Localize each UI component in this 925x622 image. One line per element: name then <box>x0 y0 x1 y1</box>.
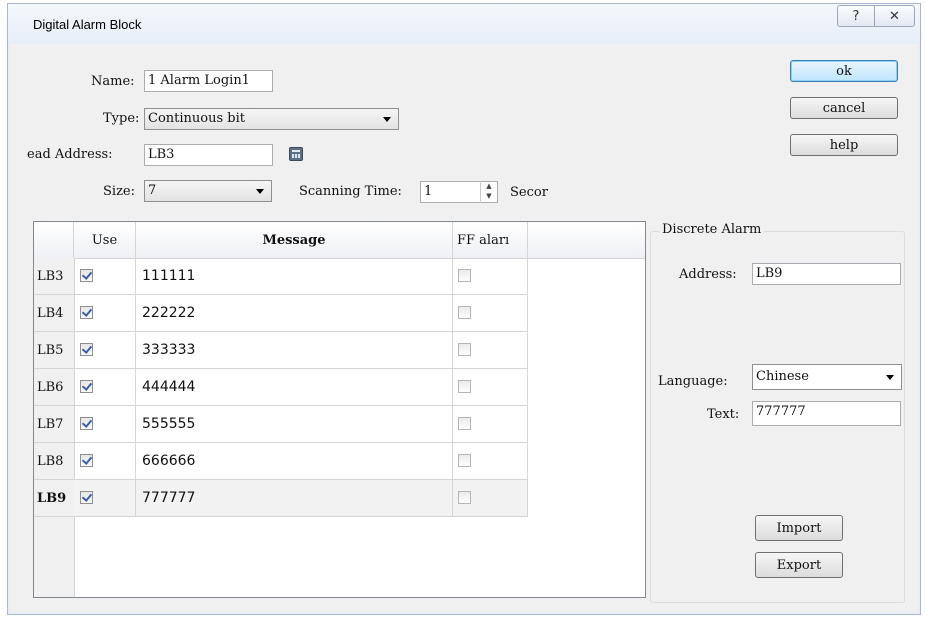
name-input[interactable]: 1 Alarm Login1 <box>144 70 273 92</box>
row-label: LB9 <box>34 480 74 517</box>
type-label: Type: <box>103 111 140 126</box>
row-label: LB6 <box>34 369 74 406</box>
help-button[interactable]: help <box>790 134 898 156</box>
ff-cell <box>453 295 528 332</box>
message-cell[interactable]: 777777 <box>136 480 453 517</box>
size-select[interactable]: 7 <box>144 180 272 202</box>
read-address-label: ead Address: <box>27 147 113 162</box>
row-label: LB3 <box>34 258 74 295</box>
use-cell <box>74 258 136 295</box>
use-cell <box>74 295 136 332</box>
ff-cell <box>453 369 528 406</box>
discrete-address-input[interactable]: LB9 <box>752 263 901 285</box>
use-checkbox[interactable] <box>80 269 93 282</box>
chevron-down-icon <box>256 189 264 194</box>
row-label: LB8 <box>34 443 74 480</box>
language-label: Language: <box>658 374 728 389</box>
use-cell <box>74 480 136 517</box>
name-label: Name: <box>91 74 135 89</box>
ff-cell <box>453 406 528 443</box>
scanning-time-value: 1 <box>424 184 433 199</box>
use-cell <box>74 369 136 406</box>
message-cell[interactable]: 555555 <box>136 406 453 443</box>
ff-checkbox[interactable] <box>458 269 471 282</box>
header-corner <box>34 222 74 258</box>
header-use[interactable]: Use <box>74 222 136 258</box>
message-cell[interactable]: 666666 <box>136 443 453 480</box>
spin-down-icon[interactable]: ▼ <box>481 191 497 201</box>
chevron-down-icon <box>383 117 391 122</box>
ff-cell <box>453 443 528 480</box>
use-cell <box>74 406 136 443</box>
discrete-address-label: Address: <box>679 267 737 282</box>
ff-checkbox[interactable] <box>458 343 471 356</box>
discrete-text-input[interactable]: 777777 <box>752 401 901 426</box>
use-checkbox[interactable] <box>80 454 93 467</box>
use-checkbox[interactable] <box>80 380 93 393</box>
ff-cell <box>453 258 528 295</box>
ff-cell <box>453 332 528 369</box>
message-cell[interactable]: 444444 <box>136 369 453 406</box>
help-icon[interactable]: ? <box>837 5 875 27</box>
size-select-value: 7 <box>148 183 157 198</box>
row-label: LB7 <box>34 406 74 443</box>
dialog-title: Digital Alarm Block <box>33 17 142 32</box>
table-row[interactable]: LB6 444444 <box>34 369 528 406</box>
scanning-time-spinner[interactable]: ▲ ▼ <box>480 181 497 203</box>
use-checkbox[interactable] <box>80 417 93 430</box>
table-row[interactable]: LB7 555555 <box>34 406 528 443</box>
import-button[interactable]: Import <box>755 515 843 541</box>
ff-checkbox[interactable] <box>458 306 471 319</box>
discrete-alarm-title: Discrete Alarm <box>659 222 765 237</box>
use-cell <box>74 332 136 369</box>
dialog-client: Name: 1 Alarm Login1 Type: Continuous bi… <box>10 44 918 612</box>
row-label: LB4 <box>34 295 74 332</box>
ff-checkbox[interactable] <box>458 417 471 430</box>
type-select-value: Continuous bit <box>148 111 245 126</box>
text-label: Text: <box>707 407 740 422</box>
ff-checkbox[interactable] <box>458 454 471 467</box>
close-icon[interactable]: ✕ <box>875 5 915 27</box>
use-checkbox[interactable] <box>80 306 93 319</box>
ok-button[interactable]: ok <box>790 60 898 82</box>
use-checkbox[interactable] <box>80 343 93 356</box>
header-ff-alarm[interactable]: FF aları <box>453 222 528 258</box>
table-row-selected[interactable]: LB9 777777 <box>34 480 528 517</box>
scanning-unit-label: Secor <box>510 185 548 200</box>
ff-checkbox[interactable] <box>458 491 471 504</box>
size-label: Size: <box>103 184 135 199</box>
table-row[interactable]: LB3 111111 <box>34 258 528 295</box>
use-cell <box>74 443 136 480</box>
chevron-down-icon <box>886 375 894 380</box>
header-message[interactable]: Message <box>136 222 453 258</box>
language-select[interactable]: Chinese <box>752 364 902 390</box>
spin-up-icon[interactable]: ▲ <box>481 181 497 191</box>
alarm-table: Use Message FF aları LB3 111111 LB4 2222… <box>33 221 646 598</box>
read-address-input[interactable]: LB3 <box>144 144 273 166</box>
message-cell[interactable]: 111111 <box>136 258 453 295</box>
table-row[interactable]: LB5 333333 <box>34 332 528 369</box>
row-label: LB5 <box>34 332 74 369</box>
use-checkbox[interactable] <box>80 491 93 504</box>
scanning-time-label: Scanning Time: <box>299 184 402 199</box>
type-select[interactable]: Continuous bit <box>144 108 399 130</box>
export-button[interactable]: Export <box>755 552 843 578</box>
message-cell[interactable]: 222222 <box>136 295 453 332</box>
dialog-window: Digital Alarm Block ? ✕ Name: 1 Alarm Lo… <box>7 3 921 615</box>
cancel-button[interactable]: cancel <box>790 97 898 119</box>
table-row[interactable]: LB4 222222 <box>34 295 528 332</box>
language-select-value: Chinese <box>756 369 809 384</box>
table-header: Use Message FF aları <box>34 222 645 259</box>
caption-buttons: ? ✕ <box>837 5 915 27</box>
table-row[interactable]: LB8 666666 <box>34 443 528 480</box>
title-bar: Digital Alarm Block ? ✕ <box>8 4 920 44</box>
ff-cell <box>453 480 528 517</box>
ff-checkbox[interactable] <box>458 380 471 393</box>
message-cell[interactable]: 333333 <box>136 332 453 369</box>
address-keypad-icon[interactable] <box>289 147 303 161</box>
